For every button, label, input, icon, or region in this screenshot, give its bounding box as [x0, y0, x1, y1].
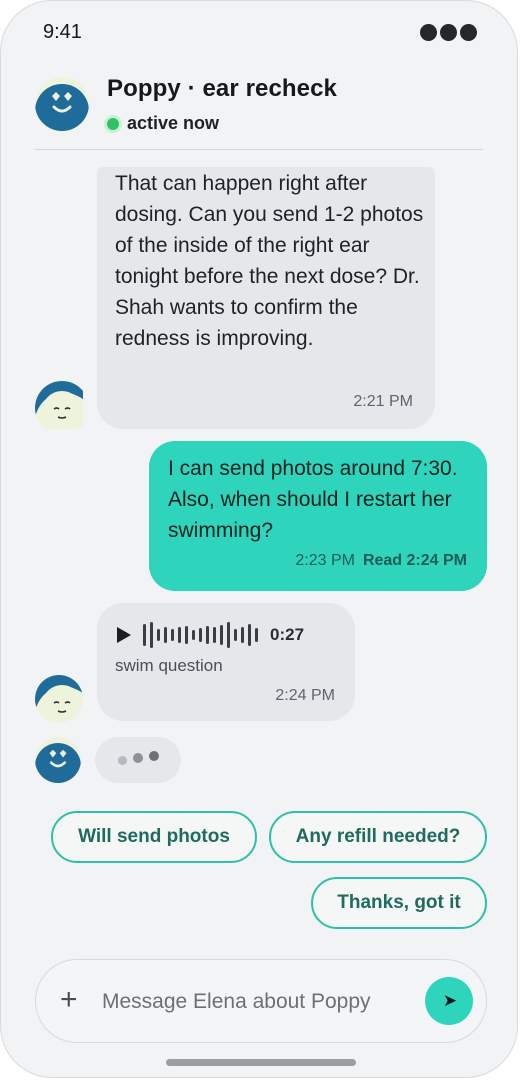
read-receipt: Read 2:24 PM — [362, 552, 467, 569]
presence-label: active now — [127, 113, 220, 133]
header-divider — [35, 149, 483, 150]
play-icon[interactable] — [117, 627, 131, 643]
message-time: 2:21 PM — [353, 393, 413, 410]
waveform-icon[interactable] — [143, 621, 258, 649]
plus-icon[interactable]: + — [60, 982, 78, 1018]
phone-frame: 9:41 Poppy · ear recheck active now That… — [0, 0, 518, 1078]
status-bar: 9:41 — [43, 21, 477, 47]
home-indicator[interactable] — [166, 1059, 356, 1066]
typing-indicator — [95, 737, 181, 783]
voice-caption: swim question — [115, 656, 223, 675]
message-time: 2:24 PM — [275, 687, 335, 704]
pet-avatar-happy[interactable] — [35, 77, 89, 131]
message-time: 2:23 PM — [295, 552, 355, 569]
quick-reply-refill[interactable]: Any refill needed? — [269, 811, 487, 863]
sender-avatar — [35, 675, 83, 723]
voice-player: 0:27 — [117, 621, 304, 649]
voice-duration: 0:27 — [270, 625, 305, 644]
presence-status: active now — [104, 113, 219, 134]
quick-reply-thanks[interactable]: Thanks, got it — [311, 877, 487, 929]
signal-dots-icon — [420, 24, 477, 41]
quick-reply-will-send-photos[interactable]: Will send photos — [51, 811, 257, 863]
voice-message-bubble[interactable]: 0:27 swim question 2:24 PM — [97, 603, 355, 721]
message-bubble-outgoing[interactable]: I can send photos around 7:30. Also, whe… — [149, 441, 487, 591]
status-time: 9:41 — [43, 21, 82, 43]
online-dot-icon — [104, 114, 122, 133]
typing-avatar — [35, 737, 81, 783]
sender-avatar — [35, 381, 89, 435]
send-arrow-icon: ➤ — [442, 991, 458, 1010]
conversation-title: Poppy · ear recheck — [107, 75, 338, 102]
message-meta: 2:23 PM Read 2:24 PM — [295, 552, 467, 570]
message-text: That can happen right after dosing. Can … — [115, 172, 424, 350]
message-text: I can send photos around 7:30. Also, whe… — [168, 457, 458, 542]
message-bubble-incoming[interactable]: That can happen right after dosing. Can … — [97, 167, 435, 429]
message-input[interactable] — [102, 982, 402, 1022]
chat-header: Poppy · ear recheck active now — [1, 71, 517, 151]
message-composer: + ➤ — [35, 959, 487, 1043]
send-button[interactable]: ➤ — [425, 977, 473, 1025]
